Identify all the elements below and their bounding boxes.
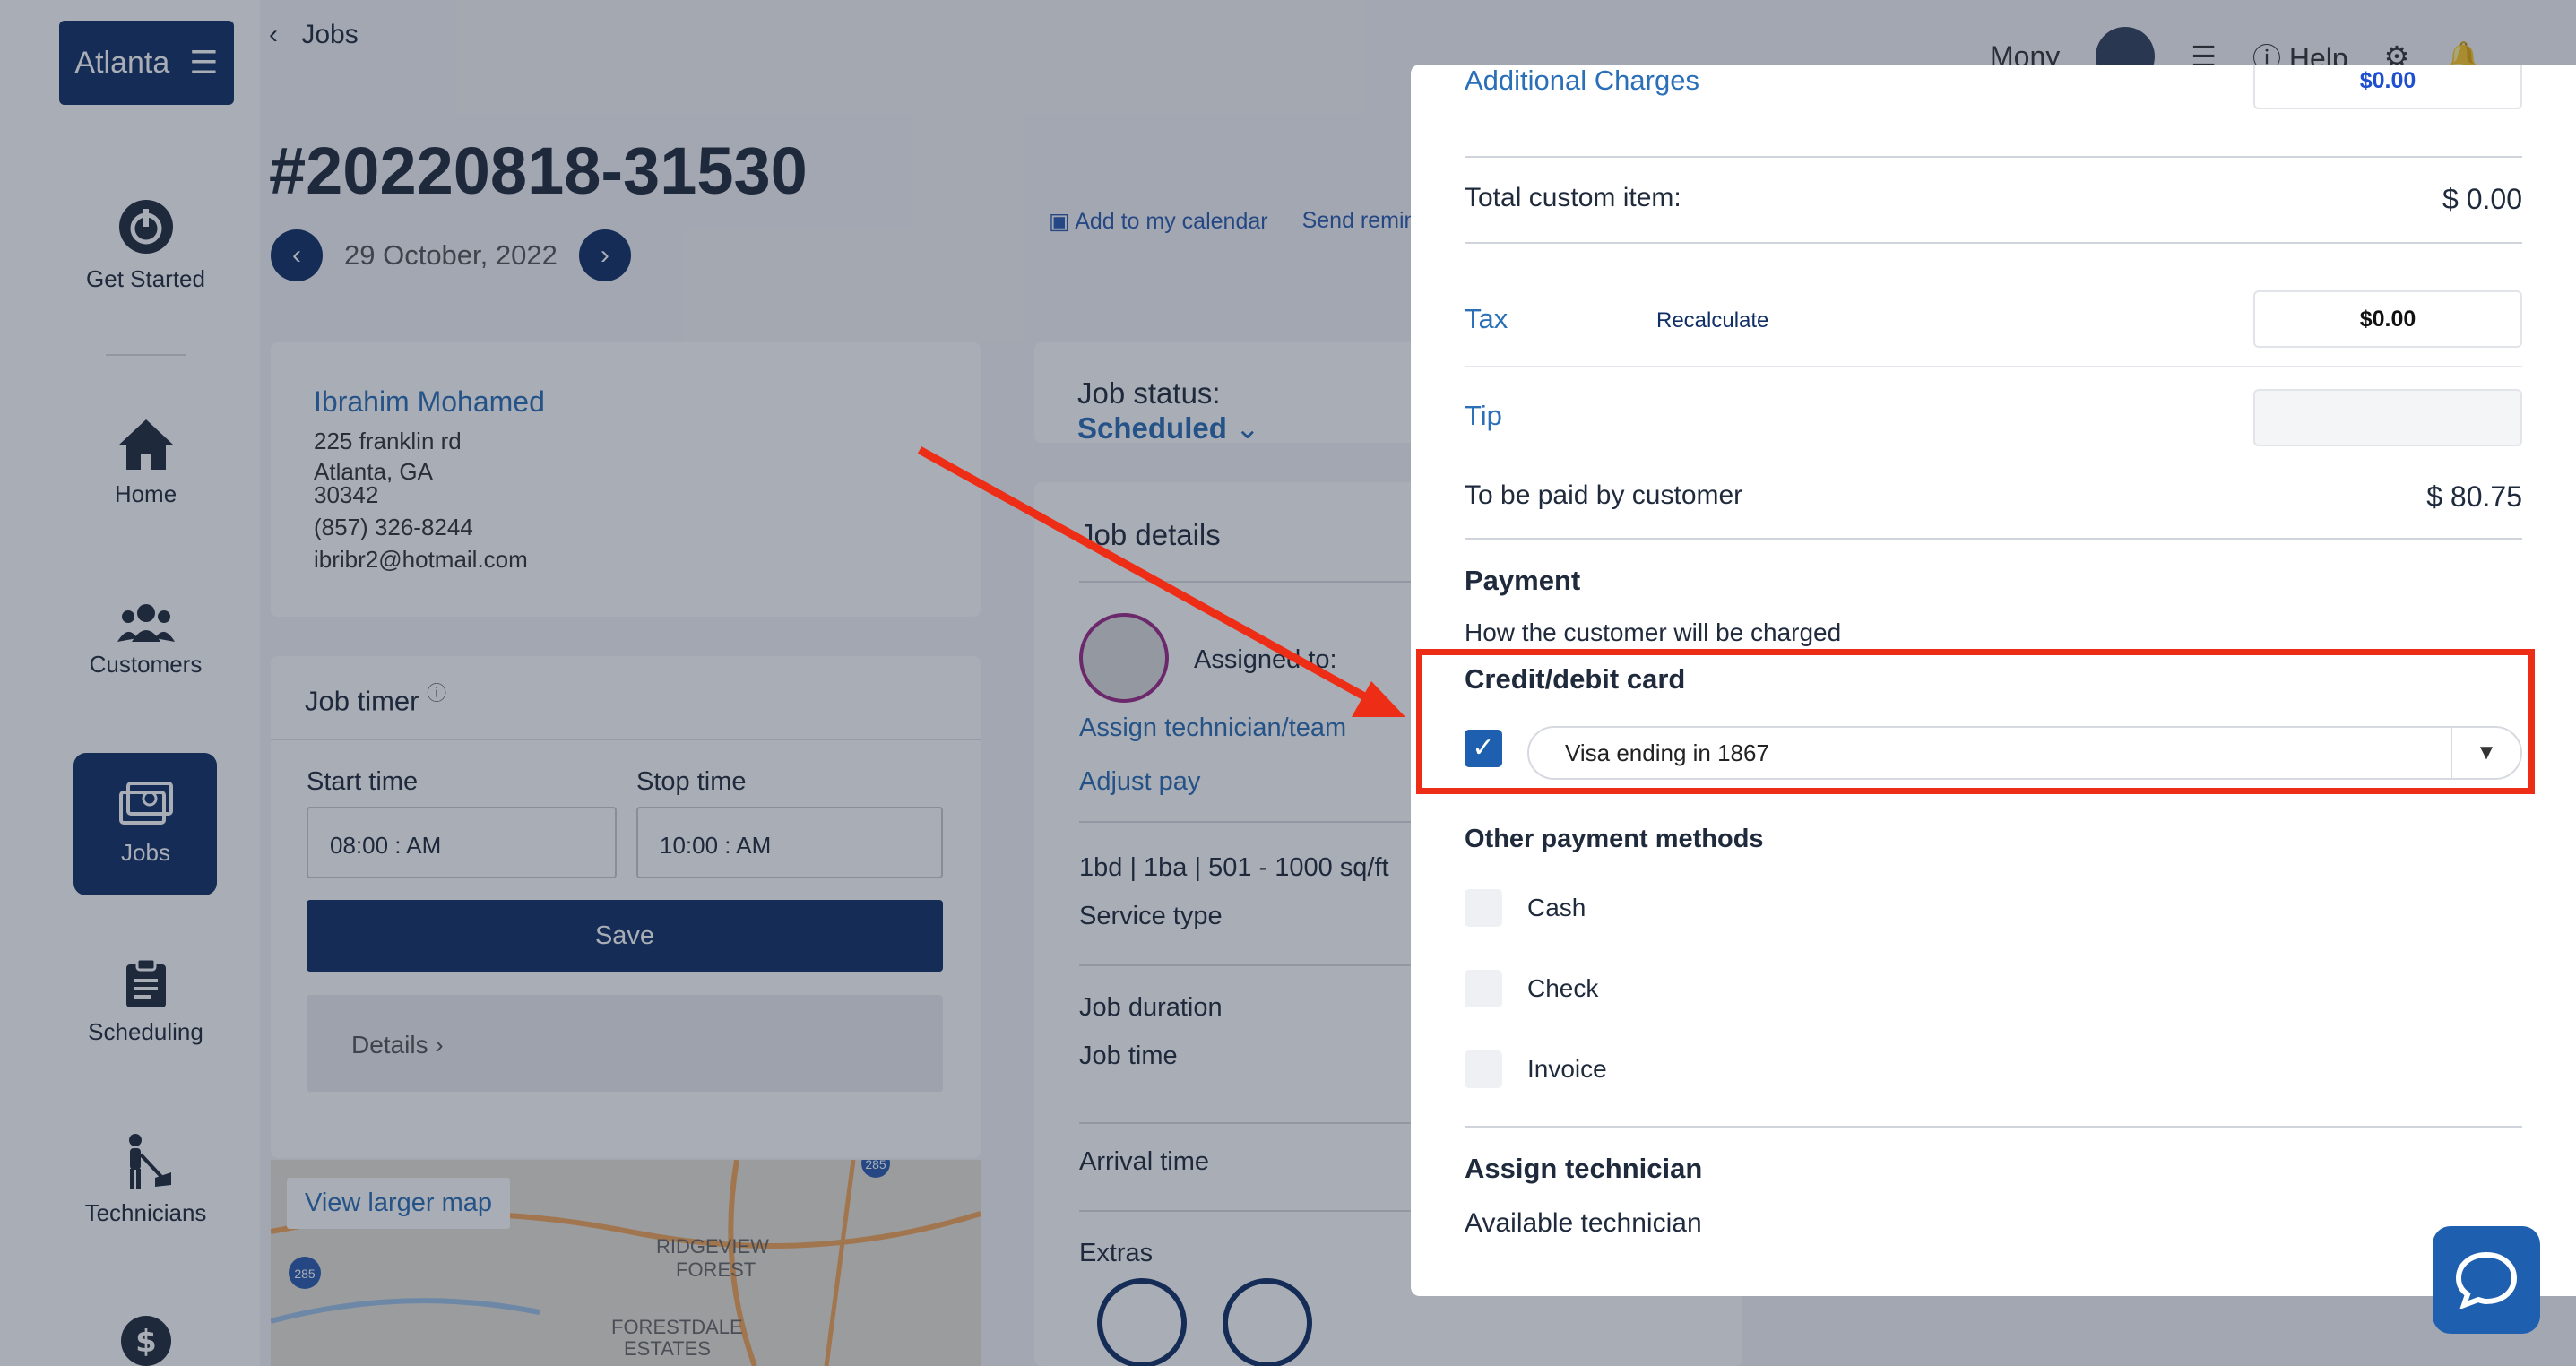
available-technician-label: Available technician — [1465, 1208, 1702, 1238]
to-be-paid-value: $ 80.75 — [2426, 480, 2522, 513]
to-be-paid-row: To be paid by customer $ 80.75 — [1465, 480, 2522, 525]
payment-method-cash[interactable]: Cash — [1465, 889, 1586, 927]
assign-technician-title: Assign technician — [1465, 1153, 1703, 1184]
payment-subtitle: How the customer will be charged — [1465, 618, 1842, 646]
cash-checkbox[interactable] — [1465, 889, 1502, 927]
payment-title: Payment — [1465, 565, 1581, 596]
divider — [1465, 156, 2522, 158]
check-label: Check — [1527, 974, 1599, 1002]
divider — [1465, 538, 2522, 540]
total-custom-row: Total custom item: $ 0.00 — [1465, 183, 2522, 228]
tax-input[interactable]: $0.00 — [2253, 290, 2522, 348]
payment-method-check[interactable]: Check — [1465, 970, 1598, 1007]
total-custom-label: Total custom item: — [1465, 183, 1681, 212]
additional-charges-row: Additional Charges $0.00 — [1465, 65, 2522, 118]
to-be-paid-label: To be paid by customer — [1465, 480, 1743, 510]
tip-row: Tip — [1465, 389, 2522, 457]
other-payment-title: Other payment methods — [1465, 825, 1764, 853]
divider — [1465, 242, 2522, 244]
additional-charges-label[interactable]: Additional Charges — [1465, 65, 1699, 96]
chat-bubble-icon — [2455, 1251, 2518, 1309]
tip-input[interactable] — [2253, 389, 2522, 446]
cash-label: Cash — [1527, 894, 1586, 921]
check-checkbox[interactable] — [1465, 970, 1502, 1007]
tip-label[interactable]: Tip — [1465, 400, 1502, 431]
additional-charges-input[interactable]: $0.00 — [2253, 65, 2522, 109]
recalculate-link[interactable]: Recalculate — [1656, 308, 1768, 333]
annotation-highlight-box — [1416, 649, 2535, 794]
chat-button[interactable] — [2433, 1226, 2540, 1334]
invoice-label: Invoice — [1527, 1055, 1607, 1083]
invoice-checkbox[interactable] — [1465, 1050, 1502, 1088]
tax-row: Tax Recalculate $0.00 — [1465, 290, 2522, 360]
total-custom-value: $ 0.00 — [2442, 183, 2522, 215]
divider — [1465, 1126, 2522, 1128]
payment-method-invoice[interactable]: Invoice — [1465, 1050, 1607, 1088]
divider — [1465, 366, 2522, 367]
tax-label[interactable]: Tax — [1465, 303, 1508, 334]
